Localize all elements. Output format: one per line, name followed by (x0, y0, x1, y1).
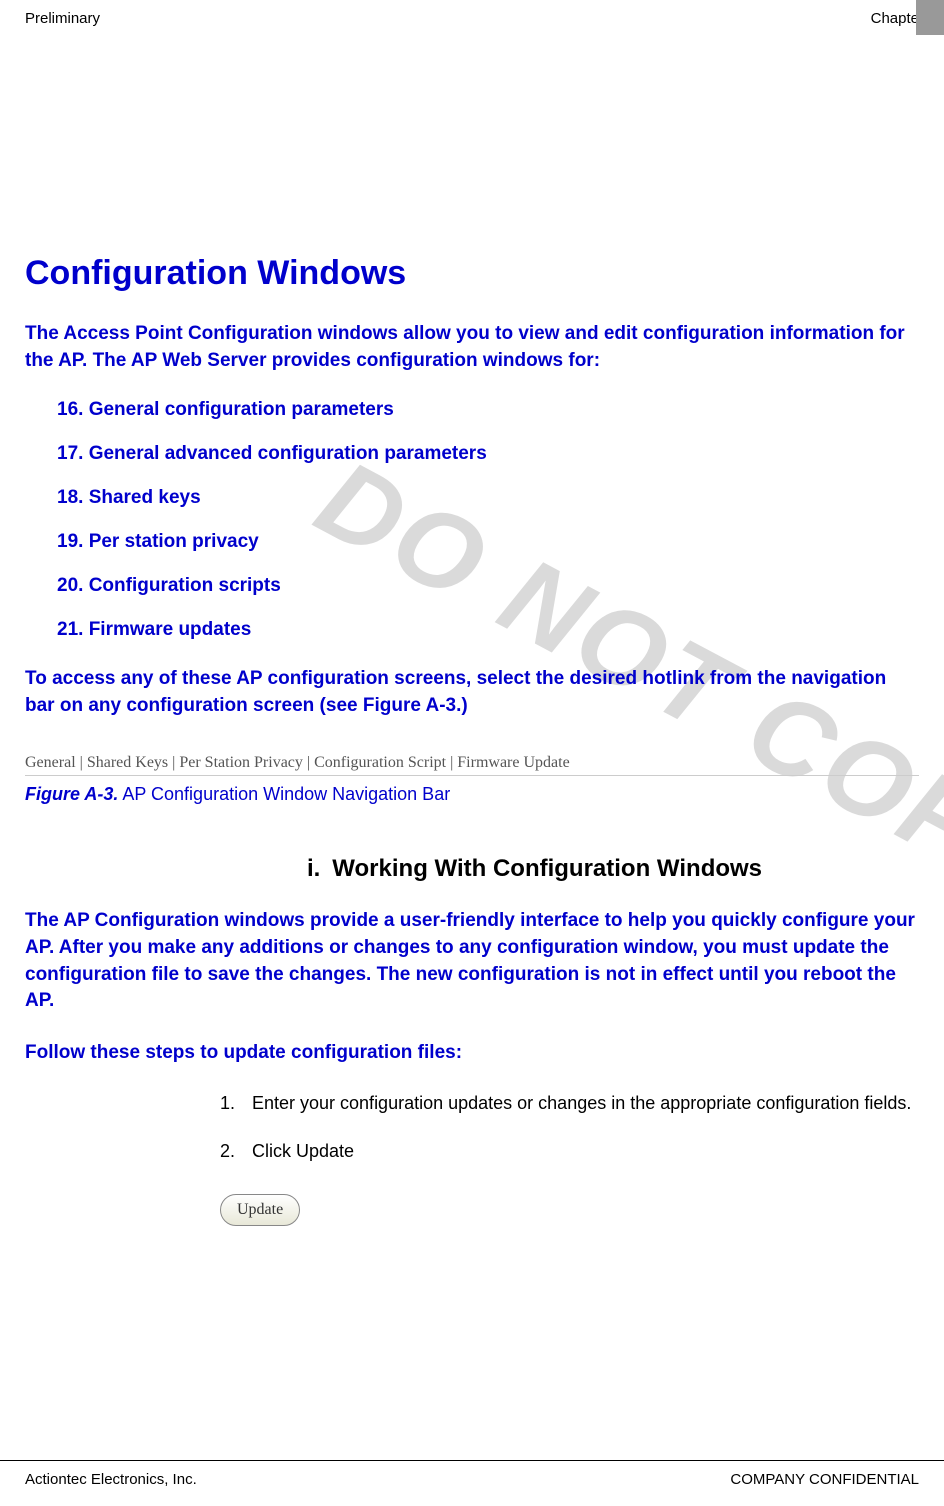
step-text: Enter your configuration updates or chan… (252, 1091, 919, 1116)
step-text: Click Update (252, 1139, 919, 1164)
step-num: 1. (220, 1091, 252, 1116)
follow-text: Follow these steps to update configurati… (25, 1040, 919, 1067)
step-num: 2. (220, 1139, 252, 1164)
sub-heading-num: i. (307, 855, 320, 882)
figure-caption: Figure A-3. AP Configuration Window Navi… (25, 784, 919, 805)
page-footer: Actiontec Electronics, Inc. COMPANY CONF… (0, 1460, 944, 1488)
intro-text: The Access Point Configuration windows a… (25, 321, 919, 374)
body-text: The AP Configuration windows provide a u… (25, 908, 919, 1014)
footer-left: Actiontec Electronics, Inc. (25, 1471, 197, 1488)
update-button[interactable]: Update (220, 1194, 300, 1226)
step-item: 2. Click Update (220, 1139, 919, 1164)
main-heading: Configuration Windows (25, 254, 919, 293)
figure-text: AP Configuration Window Navigation Bar (118, 784, 450, 804)
sub-heading-text: Working With Configuration Windows (332, 855, 762, 882)
list-item: 21. Firmware updates (57, 619, 919, 641)
sub-heading: i. Working With Configuration Windows (150, 855, 919, 883)
footer-right: COMPANY CONFIDENTIAL (730, 1471, 919, 1488)
list-item: 18. Shared keys (57, 487, 919, 509)
list-item: 17. General advanced configuration param… (57, 443, 919, 465)
list-item: 19. Per station privacy (57, 531, 919, 553)
numbered-list: 16. General configuration parameters 17.… (57, 399, 919, 641)
step-item: 1. Enter your configuration updates or c… (220, 1091, 919, 1116)
side-tab (916, 0, 944, 35)
nav-bar-figure: General | Shared Keys | Per Station Priv… (25, 754, 919, 776)
list-item: 16. General configuration parameters (57, 399, 919, 421)
figure-label: Figure A-3. (25, 784, 118, 804)
header-left: Preliminary (25, 10, 100, 27)
page-header: Preliminary Chapter (0, 0, 944, 37)
access-text: To access any of these AP configuration … (25, 666, 919, 719)
steps-list: 1. Enter your configuration updates or c… (220, 1091, 919, 1163)
list-item: 20. Configuration scripts (57, 575, 919, 597)
